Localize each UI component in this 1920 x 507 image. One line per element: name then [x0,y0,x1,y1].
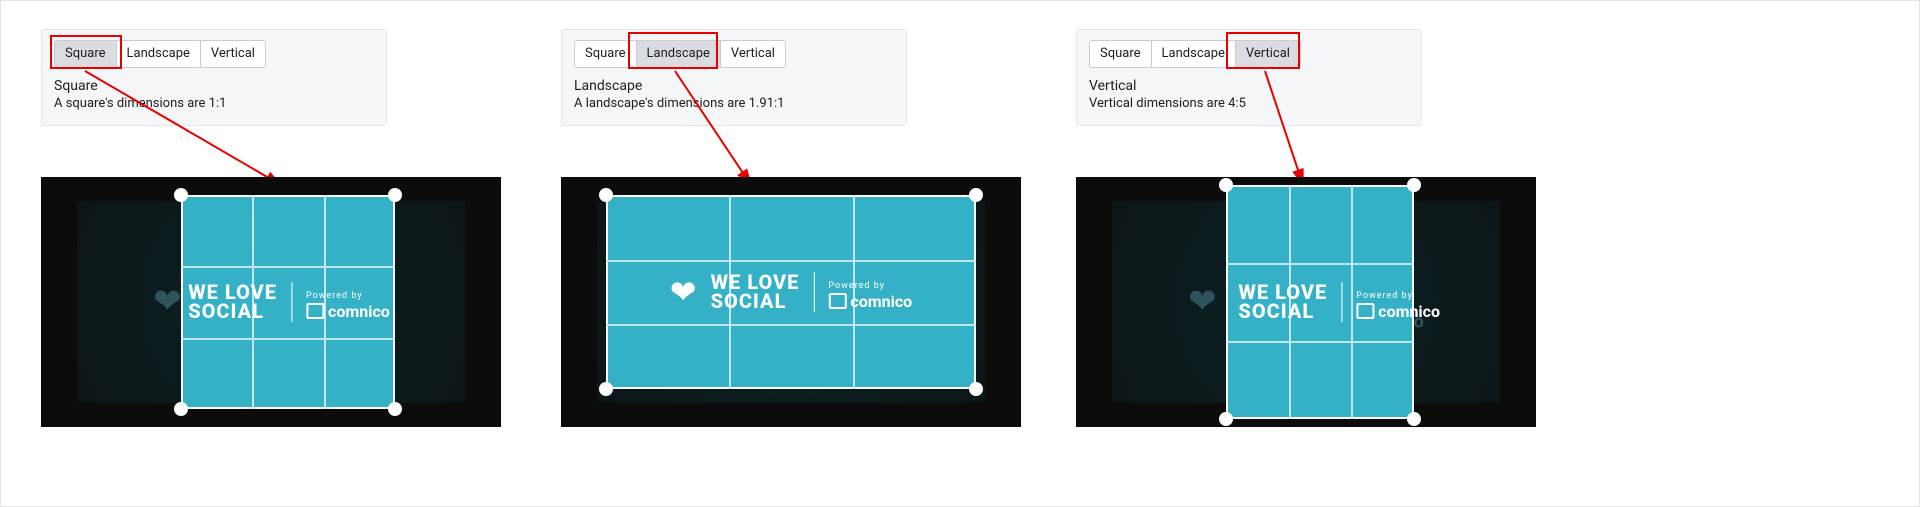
aspect-ratio-tabbar: Square Landscape Vertical [1089,40,1409,68]
info-description: A landscape's dimensions are 1.91:1 [574,96,894,111]
crop-preview-stage: ❤ WE LOVESOCIAL Powered bycomnico [561,177,1021,427]
crop-preview-stage: ❤ WE LOVESOCIAL Powered by□ comnico ❤ WE… [41,177,501,427]
page-root: Square Landscape Vertical Square A squar… [0,0,1920,507]
aspect-ratio-tabbar: Square Landscape Vertical [574,40,894,68]
tab-landscape[interactable]: Landscape [116,40,201,68]
aspect-ratio-tabbar: Square Landscape Vertical [54,40,374,68]
preview-image-content: WE LOVESOCIAL Powered bycomnico [1246,282,1440,322]
preview-image-content: ❤ WE LOVESOCIAL Powered bycomnico [147,282,389,322]
crop-example-vertical: Square Landscape Vertical Vertical Verti… [1076,29,1536,126]
tab-square[interactable]: Square [54,40,117,68]
crop-handle-top-left[interactable] [599,188,613,202]
crop-info-card: Square Landscape Vertical Square A squar… [41,29,387,126]
tab-vertical[interactable]: Vertical [720,40,786,68]
info-title: Landscape [574,78,894,94]
info-description: Vertical dimensions are 4:5 [1089,96,1409,111]
tab-landscape[interactable]: Landscape [636,40,721,68]
crop-handle-bottom-right[interactable] [388,402,402,416]
crop-handle-bottom-right[interactable] [969,382,983,396]
crop-frame[interactable]: ❤ WE LOVESOCIAL Powered bycomnico [606,195,976,389]
tab-square[interactable]: Square [574,40,637,68]
tab-landscape[interactable]: Landscape [1151,40,1236,68]
tab-vertical[interactable]: Vertical [200,40,266,68]
info-title: Square [54,78,374,94]
crop-grid-line [606,260,976,262]
heart-icon: ❤ [1188,285,1217,319]
crop-handle-top-left[interactable] [174,188,188,202]
crop-handle-top-right[interactable] [388,188,402,202]
crop-grid-line [1226,341,1414,343]
crop-frame[interactable]: ❤ WE LOVESOCIAL Powered bycomnico [181,195,395,409]
crop-info-card: Square Landscape Vertical Landscape A la… [561,29,907,126]
crop-handle-top-right[interactable] [1407,178,1421,192]
info-title: Vertical [1089,78,1409,94]
crop-grid-line [1226,263,1414,265]
crop-grid-line [181,266,395,268]
tab-square[interactable]: Square [1089,40,1152,68]
preview-image-content: ❤ WE LOVESOCIAL Powered bycomnico [670,272,912,312]
crop-handle-bottom-left[interactable] [599,382,613,396]
crop-handle-bottom-left[interactable] [1219,412,1233,426]
crop-example-square: Square Landscape Vertical Square A squar… [41,29,501,126]
crop-frame[interactable]: WE LOVESOCIAL Powered bycomnico [1226,185,1414,419]
crop-handle-bottom-left[interactable] [174,402,188,416]
crop-handle-top-right[interactable] [969,188,983,202]
crop-grid-line [181,338,395,340]
info-description: A square's dimensions are 1:1 [54,96,374,111]
tab-vertical[interactable]: Vertical [1235,40,1301,68]
crop-info-card: Square Landscape Vertical Vertical Verti… [1076,29,1422,126]
crop-handle-top-left[interactable] [1219,178,1233,192]
heart-icon: ❤ [670,276,697,308]
crop-preview-stage: ❤ WE LOVESOCIAL Powered by□ comnico WE L… [1076,177,1536,427]
crop-grid-line [606,324,976,326]
crop-handle-bottom-right[interactable] [1407,412,1421,426]
crop-example-landscape: Square Landscape Vertical Landscape A la… [561,29,1021,126]
